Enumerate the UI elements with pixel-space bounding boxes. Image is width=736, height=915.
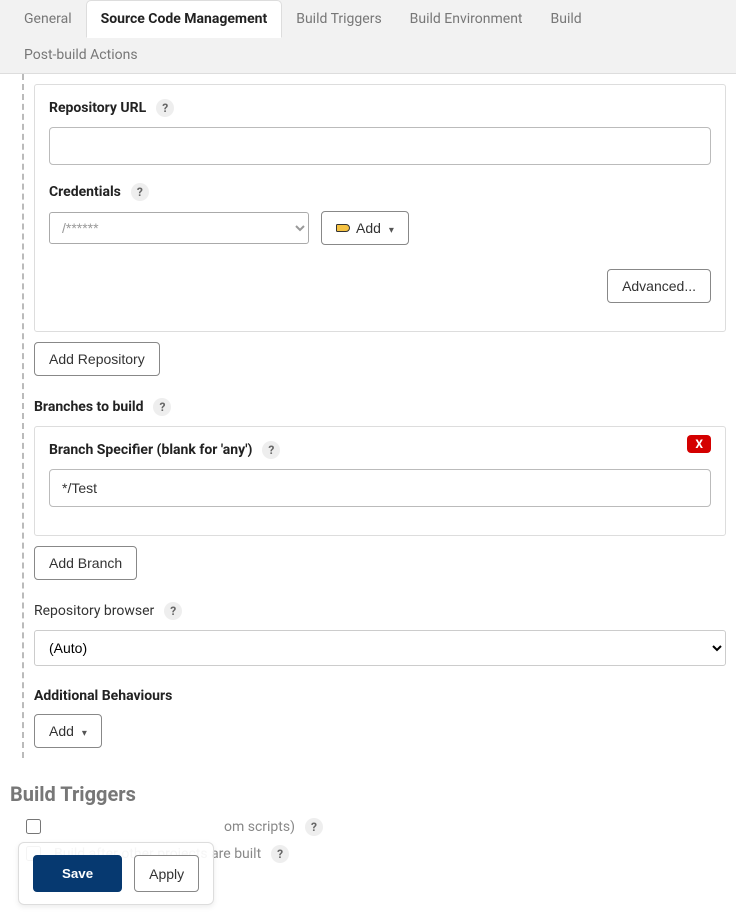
help-icon[interactable]: ? — [164, 602, 182, 620]
branches-label-text: Branches to build — [34, 399, 143, 415]
help-icon[interactable]: ? — [156, 99, 174, 117]
key-icon — [336, 224, 350, 232]
trigger-remote-label: om scripts) — [224, 819, 295, 835]
config-tabs: General Source Code Management Build Tri… — [0, 0, 736, 74]
chevron-down-icon — [80, 723, 87, 739]
add-credentials-button[interactable]: Add — [321, 211, 409, 245]
tab-general[interactable]: General — [10, 1, 86, 37]
repository-browser-text: Repository browser — [34, 603, 154, 619]
branches-to-build-label: Branches to build ? — [34, 398, 726, 416]
repository-url-input[interactable] — [49, 127, 711, 165]
additional-behaviours-text: Additional Behaviours — [34, 688, 172, 704]
apply-button[interactable]: Apply — [134, 855, 199, 892]
save-apply-bar: Save Apply — [18, 842, 214, 905]
add-credentials-label: Add — [356, 220, 381, 236]
help-icon[interactable]: ? — [153, 398, 171, 416]
repository-browser-select[interactable]: (Auto) — [34, 630, 726, 666]
branch-specifier-text: Branch Specifier (blank for 'any') — [49, 442, 252, 458]
help-icon[interactable]: ? — [305, 818, 323, 836]
add-behaviour-label: Add — [49, 723, 74, 739]
advanced-button[interactable]: Advanced... — [607, 269, 711, 303]
build-triggers-heading: Build Triggers — [10, 782, 726, 806]
branch-panel: X Branch Specifier (blank for 'any') ? — [34, 426, 726, 536]
additional-behaviours-label: Additional Behaviours — [34, 688, 726, 704]
branch-specifier-input[interactable] — [49, 469, 711, 507]
add-branch-button[interactable]: Add Branch — [34, 546, 137, 580]
repository-url-text: Repository URL — [49, 100, 146, 116]
chevron-down-icon — [387, 220, 394, 236]
repository-browser-label: Repository browser ? — [34, 602, 726, 620]
tab-build-environment[interactable]: Build Environment — [396, 1, 537, 37]
credentials-label: Credentials ? — [49, 183, 711, 201]
repository-panel: Repository URL ? Credentials ? /****** A… — [34, 84, 726, 332]
tab-build[interactable]: Build — [537, 1, 596, 37]
tab-post-build-actions[interactable]: Post-build Actions — [10, 37, 152, 73]
credentials-row: /****** Add — [49, 211, 711, 245]
credentials-text: Credentials — [49, 184, 121, 200]
help-icon[interactable]: ? — [271, 845, 289, 863]
branch-specifier-label: Branch Specifier (blank for 'any') ? — [49, 441, 711, 459]
credentials-select[interactable]: /****** — [49, 212, 309, 244]
tab-build-triggers[interactable]: Build Triggers — [282, 1, 395, 37]
scm-section: Repository URL ? Credentials ? /****** A… — [22, 74, 726, 758]
trigger-remote-row: hidden behind bar om scripts) ? — [10, 816, 726, 837]
add-behaviour-button[interactable]: Add — [34, 714, 102, 748]
repository-url-label: Repository URL ? — [49, 99, 711, 117]
save-button[interactable]: Save — [33, 855, 122, 892]
tab-scm[interactable]: Source Code Management — [86, 0, 283, 38]
trigger-remote-checkbox[interactable] — [26, 819, 41, 834]
delete-branch-button[interactable]: X — [687, 435, 711, 453]
help-icon[interactable]: ? — [131, 183, 149, 201]
add-repository-button[interactable]: Add Repository — [34, 342, 160, 376]
help-icon[interactable]: ? — [262, 441, 280, 459]
